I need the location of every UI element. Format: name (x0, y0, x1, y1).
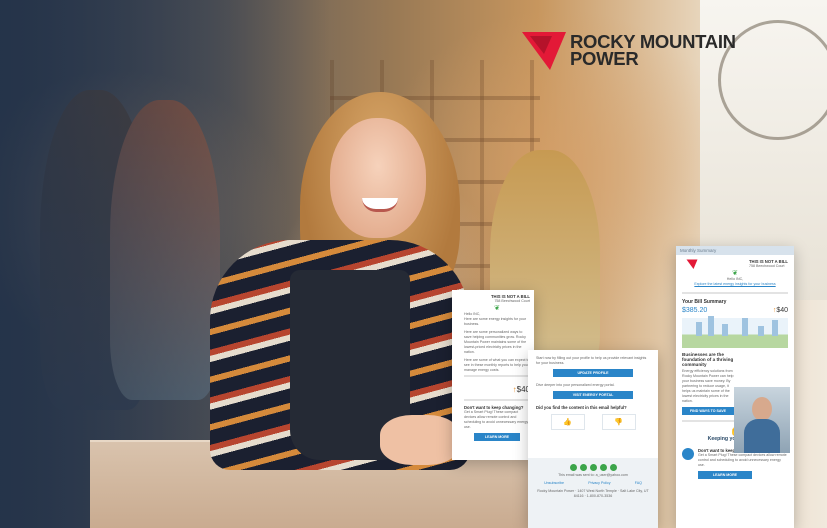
email-preview-middle: Start now by filling out your profile to… (528, 350, 658, 528)
leaf-icon-right: ❦ (732, 270, 738, 277)
linkedin-icon[interactable] (589, 464, 597, 471)
woman-face (330, 118, 426, 238)
youtube-icon[interactable] (599, 464, 607, 471)
learn-more-button[interactable]: LEARN MORE (473, 433, 521, 441)
thumbs-down-icon[interactable]: 👎 (601, 414, 636, 430)
feature-body: Energy efficiency solutions from Rocky M… (682, 369, 734, 403)
monthly-summary-label: Monthly Summary (676, 246, 794, 255)
email-preview-left: THIS IS NOT A BILL 758 Beechwood Court ❦… (452, 290, 534, 460)
find-ways-to-save-button[interactable]: FIND WAYS TO SAVE (682, 407, 734, 415)
feature-title: Businesses are the foundation of a thriv… (682, 352, 734, 367)
footer-address: Rocky Mountain Power · 1407 West North T… (537, 489, 649, 498)
city-illustration (682, 316, 788, 348)
feedback-question: Did you find the content in this email h… (536, 405, 627, 410)
business-owner-photo (734, 387, 790, 453)
brand-name: ROCKY MOUNTAIN POWER (570, 32, 736, 69)
smart-plug-icon (682, 448, 694, 460)
logo-mark-icon (522, 32, 566, 70)
promo-body-right: Get a Smart Plug! These compact devices … (698, 453, 787, 467)
footer-note: This email was sent to: a_user@yahoo.com (558, 473, 628, 477)
woman-hands (380, 415, 460, 465)
social-icons (532, 464, 654, 471)
twitter-icon[interactable] (579, 464, 587, 471)
learn-more-button-right[interactable]: LEARN MORE (698, 471, 752, 479)
feedback-buttons: 👍 👎 (542, 414, 644, 430)
footer-links: Unsubscribe Privacy Policy FAQ (532, 481, 654, 486)
brand-logo: ROCKY MOUNTAIN POWER (522, 30, 736, 70)
unsubscribe-link[interactable]: Unsubscribe (544, 481, 564, 486)
body-text-2: Here are some of what you can expect to … (464, 358, 530, 372)
explore-link[interactable]: Explore the latest energy insights for y… (682, 282, 788, 287)
email-footer: This email was sent to: a_user@yahoo.com… (528, 458, 658, 528)
visit-energy-portal-button[interactable]: VISIT ENERGY PORTAL (553, 391, 633, 399)
update-profile-button[interactable]: UPDATE PROFILE (553, 369, 633, 377)
faq-link[interactable]: FAQ (635, 481, 642, 486)
body-text: Here are some personalized ways to save … (464, 330, 527, 354)
facebook-icon[interactable] (569, 464, 577, 471)
savings-right: ↑$40 (772, 307, 788, 314)
bill-summary-label: Your Bill Summary (682, 299, 727, 305)
profile-text: Start now by filling out your profile to… (536, 356, 647, 365)
email-preview-right: Monthly Summary THIS IS NOT A BILL 758 B… (676, 246, 794, 528)
promo-body: Get a Smart Plug! These compact devices … (464, 410, 529, 429)
account-address-right: 758 Beechwood Court (748, 264, 785, 268)
brand-name-line2: POWER (570, 48, 639, 69)
intro-text: Here are some energy insights for your b… (464, 317, 527, 326)
logo-mini-icon (686, 259, 698, 269)
bill-amount: $385.20 (682, 307, 708, 314)
privacy-policy-link[interactable]: Privacy Policy (588, 481, 610, 486)
leaf-icon: ❦ (494, 305, 500, 312)
savings-amount: ↑$40 (512, 385, 530, 394)
thumbs-up-icon[interactable]: 👍 (550, 414, 585, 430)
portal-text: Dive deeper into your personalized energ… (536, 383, 615, 387)
instagram-icon[interactable] (609, 464, 617, 471)
